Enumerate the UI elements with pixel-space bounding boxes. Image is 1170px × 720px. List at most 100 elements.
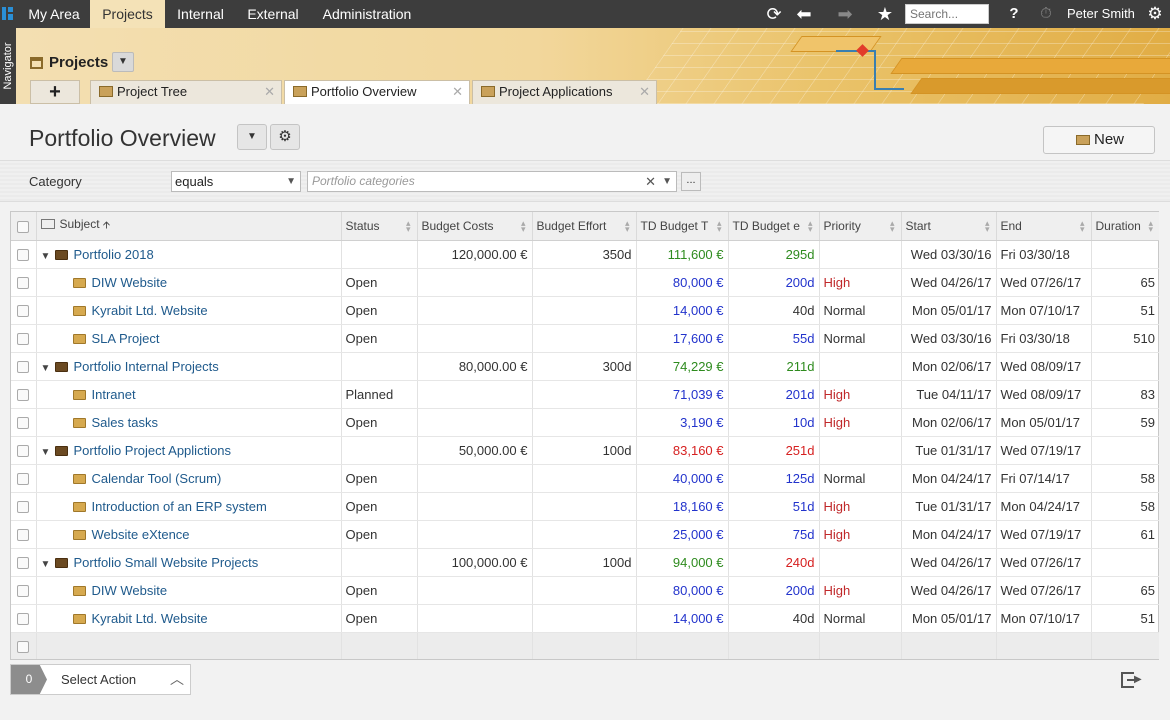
row-checkbox-cell[interactable] xyxy=(11,576,37,605)
nav-tab-my-area[interactable]: My Area xyxy=(18,0,90,28)
subject-cell[interactable]: ▼ Portfolio Project Applictions xyxy=(36,436,342,465)
expand-toggle-icon[interactable]: ▼ xyxy=(41,251,55,262)
project-row[interactable]: DIW Website Open 80,000 €200d High Wed 04/26… xyxy=(11,268,1159,297)
row-checkbox[interactable] xyxy=(17,305,29,318)
navigator-toggle[interactable]: Navigator xyxy=(0,28,16,114)
new-button[interactable]: New xyxy=(1043,126,1155,154)
subject-cell[interactable]: Introduction of an ERP system xyxy=(36,492,342,521)
row-checkbox[interactable] xyxy=(17,389,29,402)
row-checkbox-cell[interactable] xyxy=(11,352,37,381)
nav-tab-projects[interactable]: Projects xyxy=(90,0,165,28)
module-menu-dropdown[interactable]: ▼ xyxy=(112,52,134,72)
row-checkbox-cell[interactable] xyxy=(11,324,37,353)
filter-more-button[interactable]: ... xyxy=(681,172,701,191)
refresh-icon[interactable]: ⟳ xyxy=(761,0,787,28)
column-header-status[interactable]: Status ▴ ▾ xyxy=(341,212,418,241)
close-icon[interactable]: ✕ xyxy=(452,81,463,103)
star-favorites-icon[interactable]: ★ xyxy=(872,0,898,28)
subject-link[interactable]: Kyrabit Ltd. Website xyxy=(92,611,208,626)
row-checkbox[interactable] xyxy=(17,473,29,486)
settings-gear-icon[interactable]: ⚙ xyxy=(270,124,300,150)
sort-icon[interactable]: ▴ ▾ xyxy=(1080,219,1085,234)
row-checkbox[interactable] xyxy=(17,277,29,290)
project-row[interactable]: Intranet Planned 71,039 €201d High Tue 04/11… xyxy=(11,380,1159,409)
row-checkbox[interactable] xyxy=(17,361,29,374)
column-header-end[interactable]: End ▴ ▾ xyxy=(996,212,1092,241)
sort-icon[interactable]: ▴ ▾ xyxy=(1148,219,1153,234)
row-checkbox[interactable] xyxy=(17,333,29,346)
sort-ascending-icon[interactable]: 🡩 xyxy=(103,220,110,231)
subject-cell[interactable]: ▼ Portfolio Small Website Projects xyxy=(36,548,342,577)
select-action-dropdown[interactable]: 0 Select Action ︿ xyxy=(10,664,191,695)
search-input[interactable] xyxy=(905,4,989,24)
subject-cell[interactable]: Intranet xyxy=(36,380,342,409)
subject-link[interactable]: DIW Website xyxy=(92,583,168,598)
close-icon[interactable]: ✕ xyxy=(264,81,275,103)
row-checkbox[interactable] xyxy=(17,613,29,626)
sort-icon[interactable]: ▴ ▾ xyxy=(521,219,526,234)
select-all-checkbox[interactable] xyxy=(17,220,29,233)
select-all-checkbox-cell[interactable] xyxy=(11,212,37,241)
row-checkbox[interactable] xyxy=(17,249,29,262)
column-header-budget-costs[interactable]: Budget Costs ▴ ▾ xyxy=(417,212,533,241)
row-checkbox[interactable] xyxy=(17,529,29,542)
close-icon[interactable]: ✕ xyxy=(639,81,650,103)
add-tab-button[interactable]: + xyxy=(30,80,80,104)
project-row[interactable]: Calendar Tool (Scrum) Open 40,000 €125d Nor… xyxy=(11,464,1159,493)
tab-portfolio-overview[interactable]: Portfolio Overview ✕ xyxy=(284,80,470,105)
filter-value-input[interactable]: Portfolio categories ✕ ▼ xyxy=(307,171,677,192)
subject-link[interactable]: Portfolio Small Website Projects xyxy=(74,555,259,570)
project-row[interactable]: Introduction of an ERP system Open 18,160 … xyxy=(11,492,1159,521)
summary-checkbox[interactable] xyxy=(17,640,29,653)
expand-toggle-icon[interactable]: ▼ xyxy=(41,447,55,458)
expand-toggle-icon[interactable]: ▼ xyxy=(41,363,55,374)
row-checkbox[interactable] xyxy=(17,417,29,430)
view-options-dropdown[interactable]: ▼ xyxy=(237,124,267,150)
row-checkbox-cell[interactable] xyxy=(11,548,37,577)
row-checkbox[interactable] xyxy=(17,585,29,598)
portfolio-row[interactable]: ▼ Portfolio Internal Projects 80,000.00 €3… xyxy=(11,352,1159,381)
forward-arrow-icon[interactable]: ➡ xyxy=(832,0,858,28)
column-header-budget-effort[interactable]: Budget Effort ▴ ▾ xyxy=(532,212,637,241)
subject-link[interactable]: Portfolio 2018 xyxy=(74,247,154,262)
sort-icon[interactable]: ▴ ▾ xyxy=(717,219,722,234)
row-checkbox-cell[interactable] xyxy=(11,268,37,297)
subject-link[interactable]: Calendar Tool (Scrum) xyxy=(92,471,222,486)
project-row[interactable]: Website eXtence Open 25,000 €75d High Mon 04… xyxy=(11,520,1159,549)
summary-checkbox-cell[interactable] xyxy=(11,632,37,659)
row-checkbox-cell[interactable] xyxy=(11,296,37,325)
subject-link[interactable]: Portfolio Internal Projects xyxy=(74,359,219,374)
project-row[interactable]: Kyrabit Ltd. Website Open 14,000 €40d Norma… xyxy=(11,604,1159,633)
project-row[interactable]: SLA Project Open 17,600 €55d Normal Wed 03/3… xyxy=(11,324,1159,353)
gear-icon[interactable]: ⚙ xyxy=(1142,0,1168,28)
nav-tab-internal[interactable]: Internal xyxy=(165,0,236,28)
row-checkbox-cell[interactable] xyxy=(11,408,37,437)
subject-cell[interactable]: DIW Website xyxy=(36,576,342,605)
subject-cell[interactable]: ▼ Portfolio 2018 xyxy=(36,240,342,269)
column-header-subject[interactable]: Subject 🡩 xyxy=(36,212,342,241)
subject-cell[interactable]: DIW Website xyxy=(36,268,342,297)
subject-link[interactable]: Sales tasks xyxy=(92,415,158,430)
subject-link[interactable]: Website eXtence xyxy=(92,527,190,542)
subject-cell[interactable]: Sales tasks xyxy=(36,408,342,437)
expand-toggle-icon[interactable]: ▼ xyxy=(41,559,55,570)
row-checkbox-cell[interactable] xyxy=(11,464,37,493)
row-checkbox-cell[interactable] xyxy=(11,604,37,633)
row-checkbox[interactable] xyxy=(17,557,29,570)
subject-link[interactable]: SLA Project xyxy=(92,331,160,346)
column-header-duration[interactable]: Duration ▴ ▾ xyxy=(1091,212,1159,241)
stopwatch-icon[interactable]: ⏱ xyxy=(1033,0,1059,28)
chevron-down-icon[interactable]: ▼ xyxy=(662,172,672,191)
project-row[interactable]: Sales tasks Open 3,190 €10d High Mon 02/06/1… xyxy=(11,408,1159,437)
row-checkbox-cell[interactable] xyxy=(11,380,37,409)
project-row[interactable]: Kyrabit Ltd. Website Open 14,000 €40d Norma… xyxy=(11,296,1159,325)
portfolio-row[interactable]: ▼ Portfolio Small Website Projects 100,000… xyxy=(11,548,1159,577)
subject-link[interactable]: Introduction of an ERP system xyxy=(92,499,267,514)
column-header-td-budget-e[interactable]: TD Budget e ▴ ▾ xyxy=(728,212,820,241)
filter-operator-select[interactable]: equals ▼ xyxy=(171,171,301,192)
user-name[interactable]: Peter Smith xyxy=(1067,0,1135,28)
clear-icon[interactable]: ✕ xyxy=(645,172,656,191)
row-checkbox-cell[interactable] xyxy=(11,436,37,465)
row-checkbox[interactable] xyxy=(17,501,29,514)
subject-cell[interactable]: SLA Project xyxy=(36,324,342,353)
